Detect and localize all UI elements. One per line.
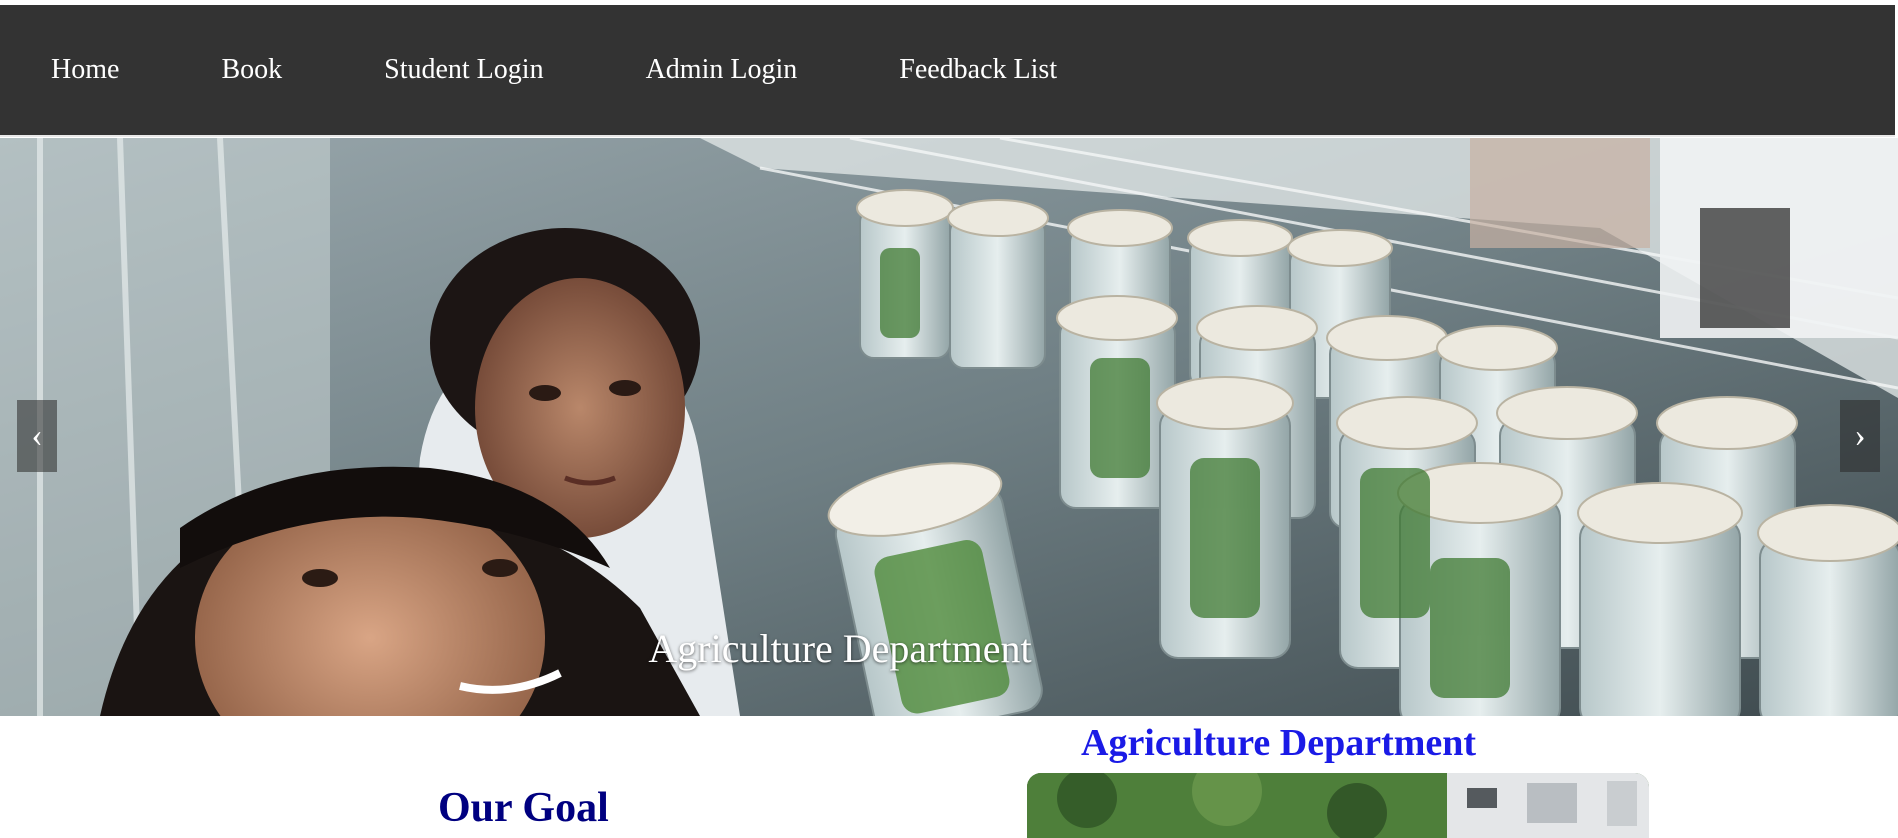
nav-home-link[interactable]: Home (0, 56, 170, 84)
carousel-next-button[interactable]: › (1840, 400, 1880, 472)
carousel-caption: Agriculture Department (648, 626, 1032, 671)
page: Home Book Student Login Admin Login Feed… (0, 0, 1898, 838)
top-navbar: Home Book Student Login Admin Login Feed… (0, 5, 1895, 137)
department-heading: Agriculture Department (1081, 722, 1477, 764)
department-image (1027, 773, 1649, 838)
hero-carousel: Agriculture Department ‹ › (0, 138, 1898, 716)
nav-admin-login-link[interactable]: Admin Login (595, 56, 849, 84)
nav-feedback-list-link[interactable]: Feedback List (848, 56, 1108, 84)
carousel-prev-button[interactable]: ‹ (17, 400, 57, 472)
our-goal-heading: Our Goal (438, 785, 609, 831)
nav-book-link[interactable]: Book (170, 56, 333, 84)
nav-student-login-link[interactable]: Student Login (333, 56, 594, 84)
chevron-left-icon: ‹ (31, 417, 43, 454)
chevron-right-icon: › (1854, 417, 1866, 454)
